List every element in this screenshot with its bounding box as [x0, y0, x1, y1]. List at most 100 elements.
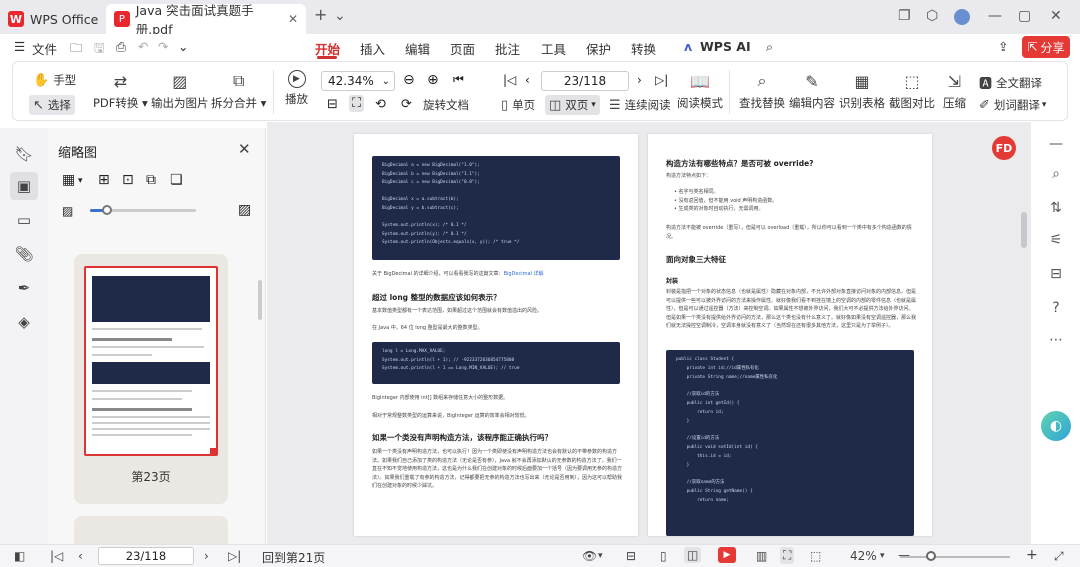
zoom-in-icon[interactable]: +: [1026, 547, 1038, 563]
search-icon[interactable]: ⌕: [1046, 164, 1066, 184]
zoom-in-icon[interactable]: ⊕: [427, 72, 439, 88]
menu-file[interactable]: 文件: [32, 39, 57, 58]
insert-page-icon[interactable]: ⊡: [122, 172, 134, 188]
page-number-input[interactable]: 23/118: [98, 547, 194, 565]
fit-page-icon[interactable]: ⛶: [780, 547, 795, 564]
menu-page[interactable]: 页面: [450, 39, 475, 58]
comment-icon[interactable]: ▭: [14, 210, 34, 230]
large-image-icon[interactable]: ▨: [238, 202, 251, 218]
single-page-button[interactable]: ▯ 单页: [501, 97, 535, 113]
layers-icon[interactable]: ◈: [14, 312, 34, 332]
floating-badge[interactable]: FD: [992, 136, 1016, 160]
slider-handle[interactable]: [102, 205, 112, 215]
close-tab-icon[interactable]: ✕: [288, 12, 298, 26]
document-viewport[interactable]: BigDecimal a = new BigDecimal("1.0"); Bi…: [267, 122, 1030, 544]
cube-icon[interactable]: ⬡: [926, 8, 938, 24]
select-tool-button[interactable]: ↖ 选择: [29, 95, 75, 115]
eye-icon[interactable]: 👁︎: [582, 549, 597, 563]
zoom-out-icon[interactable]: —: [898, 548, 910, 562]
more-icon[interactable]: ⋯: [1046, 330, 1066, 350]
fit-page-icon[interactable]: ⛶: [349, 95, 365, 112]
recognize-table-button[interactable]: ▦ 识别表格: [839, 70, 885, 111]
chevron-down-icon[interactable]: ▾: [78, 176, 83, 186]
screenshot-icon[interactable]: ⬚: [810, 549, 821, 563]
close-icon[interactable]: ✕: [238, 140, 251, 158]
next-page-icon[interactable]: ›: [204, 549, 209, 563]
thumbnail-icon[interactable]: ▣: [10, 172, 38, 200]
select-translate-button[interactable]: ✐ 划词翻译 ▾: [979, 97, 1046, 113]
fit-width-icon[interactable]: ⊟: [626, 549, 636, 563]
fit-width-icon[interactable]: ⊟: [327, 97, 338, 112]
last-page-icon[interactable]: ▷|: [655, 73, 668, 87]
grid-view-icon[interactable]: ▦: [62, 172, 75, 188]
last-page-icon[interactable]: ▷|: [228, 549, 241, 563]
first-page-icon[interactable]: ⏮: [453, 72, 464, 87]
maximize-icon[interactable]: ▢: [1018, 8, 1031, 24]
avatar[interactable]: [954, 9, 970, 25]
menu-convert[interactable]: 转换: [631, 39, 656, 58]
next-page-icon[interactable]: ›: [637, 73, 642, 87]
settings-sliders-icon[interactable]: ⚟: [1046, 230, 1066, 250]
double-page-button[interactable]: ◫ 双页 ▾: [545, 95, 600, 115]
continuous-read-button[interactable]: ☰ 连续阅读: [609, 97, 671, 113]
single-page-icon[interactable]: ▯: [660, 549, 667, 563]
print-icon[interactable]: ⎙: [116, 39, 126, 55]
close-window-icon[interactable]: ✕: [1050, 8, 1062, 24]
first-page-icon[interactable]: |◁: [503, 73, 516, 87]
thumbnail-card[interactable]: [74, 516, 228, 544]
help-icon[interactable]: ?: [1046, 298, 1066, 318]
menu-tools[interactable]: 工具: [541, 39, 566, 58]
split-merge-button[interactable]: ⧉ 拆分合并 ▾: [211, 70, 266, 111]
hand-tool-button[interactable]: ✋ 手型: [33, 72, 76, 88]
split-view-icon[interactable]: ▥: [756, 549, 767, 563]
full-translate-button[interactable]: 🅰 全文翻译: [979, 73, 1042, 93]
compress-button[interactable]: ⇲ 压缩: [943, 70, 966, 111]
minus-icon[interactable]: —: [1046, 134, 1066, 154]
undo-icon[interactable]: ↶: [138, 39, 148, 54]
copy-page-icon[interactable]: ⧉: [146, 172, 156, 188]
save-icon[interactable]: 🖫: [94, 39, 105, 60]
chevron-down-icon[interactable]: ⌄: [334, 8, 346, 24]
assistant-float-button[interactable]: ◐: [1041, 411, 1071, 441]
screenshot-compare-button[interactable]: ⬚ 截图对比: [889, 70, 935, 111]
chevron-down-icon[interactable]: ▾: [880, 551, 885, 561]
tab-document[interactable]: P Java 突击面试真题手册.pdf ✕: [106, 3, 306, 37]
document-scrollbar[interactable]: [1021, 212, 1027, 248]
play-button[interactable]: ▶ 播放: [285, 70, 308, 107]
status-message[interactable]: 回到第21页: [262, 549, 325, 566]
bookmark-icon[interactable]: 🔖︎: [14, 144, 34, 164]
add-page-icon[interactable]: ⊞: [98, 172, 110, 188]
menu-insert[interactable]: 插入: [360, 39, 385, 58]
attachment-icon[interactable]: 📎︎: [14, 244, 34, 264]
search-icon[interactable]: ⌕: [766, 39, 773, 55]
menu-edit[interactable]: 编辑: [405, 39, 430, 58]
hamburger-icon[interactable]: ☰: [14, 39, 25, 54]
panel-scrollbar[interactable]: [258, 280, 262, 320]
prev-page-icon[interactable]: ‹: [525, 73, 530, 87]
rotate-doc-button[interactable]: 旋转文档: [423, 97, 469, 113]
first-page-icon[interactable]: |◁: [50, 549, 63, 563]
zoom-select[interactable]: 42.34% ⌄: [321, 71, 395, 91]
chevron-down-icon[interactable]: ▾: [598, 551, 603, 561]
chevron-down-icon[interactable]: ⌄: [178, 39, 188, 54]
redo-icon[interactable]: ↷: [158, 39, 168, 54]
sidebar-toggle-icon[interactable]: ◧: [14, 549, 25, 563]
thumbnail-card[interactable]: 第23页: [74, 254, 228, 504]
small-image-icon[interactable]: ▨: [62, 204, 73, 218]
share-button[interactable]: ⇱ 分享: [1022, 36, 1070, 58]
fullscreen-icon[interactable]: ⤢: [1054, 549, 1064, 564]
tab-wps-office[interactable]: W WPS Office: [8, 4, 108, 34]
menu-protect[interactable]: 保护: [586, 39, 611, 58]
find-replace-button[interactable]: ⌕ 查找替换: [739, 70, 785, 111]
window-restore-icon[interactable]: ❐: [898, 8, 911, 24]
cloud-upload-icon[interactable]: ⇪: [998, 39, 1008, 54]
prev-page-icon[interactable]: ‹: [78, 549, 83, 563]
pdf-convert-button[interactable]: ⇄ PDF转换 ▾: [93, 70, 148, 111]
zoom-slider-handle[interactable]: [926, 551, 936, 561]
menu-wps-ai[interactable]: WPS AI: [700, 39, 751, 54]
page-number-input[interactable]: 23/118: [541, 71, 629, 91]
link[interactable]: BigDecimal 详解: [504, 271, 544, 277]
zoom-value[interactable]: 42%: [850, 549, 877, 563]
new-tab-icon[interactable]: +: [314, 5, 327, 24]
book-search-icon[interactable]: ⊟: [1046, 264, 1066, 284]
